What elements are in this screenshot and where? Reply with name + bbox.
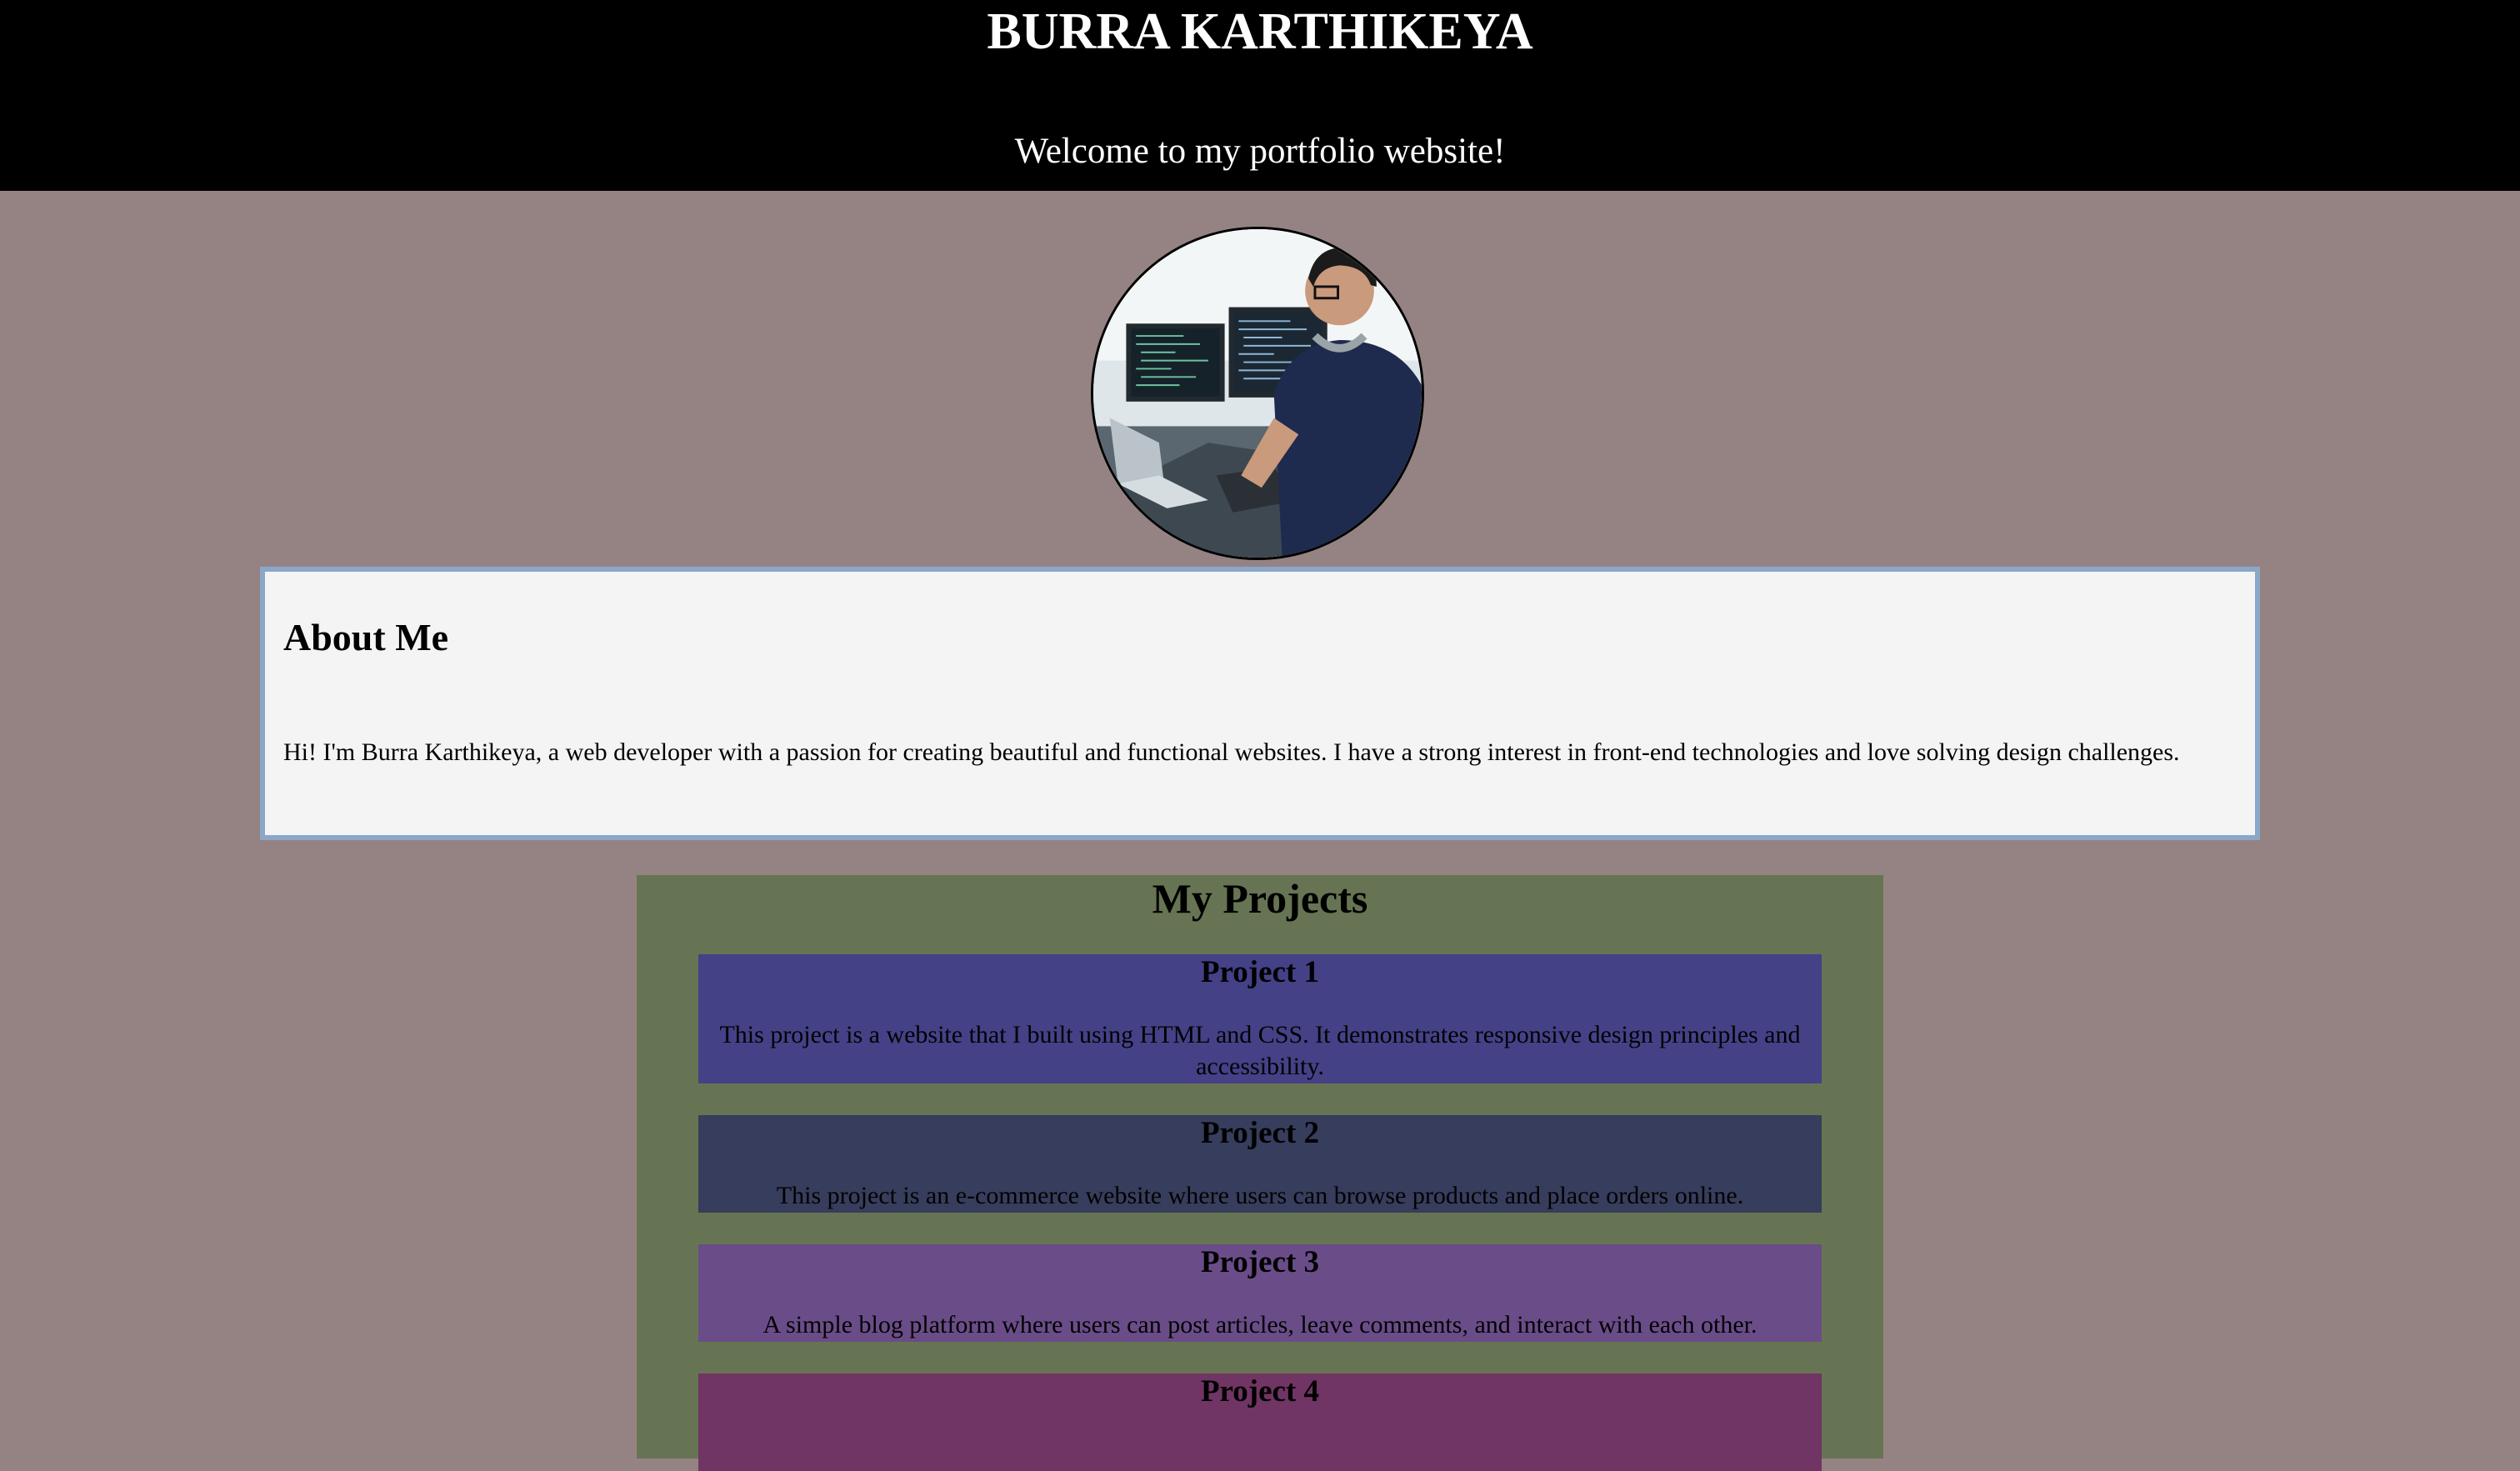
project-title: Project 3	[1200, 1245, 1320, 1279]
about-heading: About Me	[283, 616, 449, 658]
project-description: This project is an e-commerce website wh…	[776, 1182, 1744, 1209]
site-title: BURRA KARTHIKEYA	[987, 3, 1533, 60]
project-title: Project 2	[1200, 1116, 1320, 1150]
project-card-4: Project 4	[698, 1373, 1822, 1471]
profile-photo	[1091, 227, 1424, 560]
about-text: Hi! I'm Burra Karthikeya, a web develope…	[283, 738, 2180, 766]
project-description: A simple blog platform where users can p…	[762, 1311, 1758, 1338]
project-description: This project is a website that I built u…	[719, 1021, 1801, 1080]
project-card-3: Project 3 A simple blog platform where u…	[698, 1244, 1822, 1342]
site-header: BURRA KARTHIKEYA Welcome to my portfolio…	[0, 0, 2520, 191]
project-title: Project 4	[1200, 1374, 1320, 1408]
project-card-1: Project 1 This project is a website that…	[698, 954, 1822, 1083]
profile-photo-image	[1093, 229, 1422, 558]
projects-heading: My Projects	[1152, 875, 1368, 922]
about-section: About Me Hi! I'm Burra Karthikeya, a web…	[260, 567, 2260, 840]
projects-section: My Projects Project 1 This project is a …	[637, 875, 1883, 1471]
project-title: Project 1	[1200, 955, 1320, 989]
welcome-message: Welcome to my portfolio website!	[1014, 132, 1506, 171]
project-card-2: Project 2 This project is an e-commerce …	[698, 1115, 1822, 1213]
